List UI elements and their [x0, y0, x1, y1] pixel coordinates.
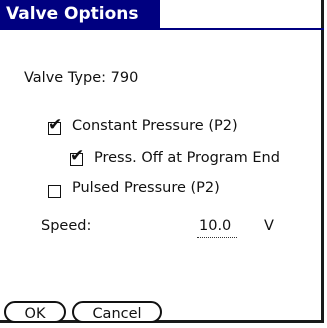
checkmark-icon: ✔ [70, 146, 85, 166]
constant-pressure-label[interactable]: Constant Pressure (P2) [72, 118, 238, 134]
speed-input[interactable]: 10.0 [199, 218, 231, 234]
cancel-button[interactable]: Cancel [72, 301, 162, 323]
pulsed-pressure-label[interactable]: Pulsed Pressure (P2) [72, 180, 220, 196]
press-off-at-program-end-label[interactable]: Press. Off at Program End [94, 150, 280, 166]
press-off-at-program-end-checkbox[interactable]: ✔ [70, 148, 84, 166]
speed-input-underline [197, 237, 237, 238]
speed-label: Speed: [41, 218, 92, 234]
pulsed-pressure-checkbox[interactable] [48, 185, 61, 198]
speed-unit: V [264, 218, 274, 234]
valve-type-label: Valve Type: 790 [24, 70, 139, 86]
ok-button[interactable]: OK [4, 301, 66, 323]
title-bar: Valve Options [0, 0, 324, 30]
constant-pressure-checkbox[interactable]: ✔ [48, 117, 62, 135]
dialog-title: Valve Options [0, 0, 160, 28]
checkmark-icon: ✔ [48, 115, 63, 135]
